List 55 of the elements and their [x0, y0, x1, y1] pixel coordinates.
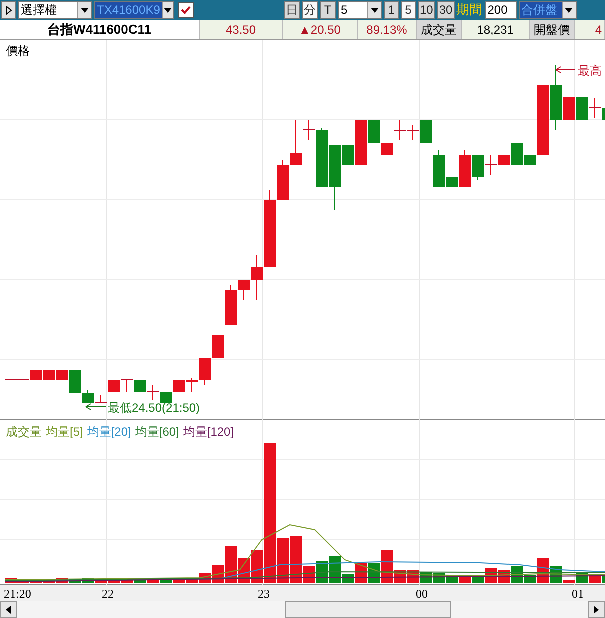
- scrollbar-thumb[interactable]: [285, 601, 451, 618]
- candlestick: [173, 380, 185, 392]
- interval-select[interactable]: 5: [338, 1, 382, 19]
- leader-arrow: [86, 404, 106, 410]
- caret-icon: [80, 8, 88, 12]
- candlestick: [160, 392, 172, 404]
- legend-item: 均量[120]: [183, 424, 234, 441]
- toolbar-button[interactable]: 1: [384, 1, 399, 19]
- play-icon: [6, 6, 12, 14]
- checkbox[interactable]: [178, 2, 194, 18]
- toolbar-button[interactable]: 5: [401, 1, 416, 19]
- scroll-left-button[interactable]: [0, 601, 17, 618]
- scroll-right-button[interactable]: [588, 601, 605, 618]
- market-select[interactable]: 選擇權: [18, 1, 92, 19]
- candlestick: [134, 380, 146, 392]
- legend-item: 均量[20]: [87, 424, 132, 441]
- legend-item: 成交量: [6, 424, 42, 441]
- price-value: 4: [575, 20, 605, 39]
- legend-item: 均量[60]: [135, 424, 180, 441]
- toolbar-button[interactable]: 10: [418, 1, 436, 19]
- toolbar-button[interactable]: 分: [302, 1, 318, 19]
- field-label: 開盤價: [530, 20, 575, 39]
- toolbar-button[interactable]: 30: [437, 1, 455, 19]
- candlestick: [120, 380, 134, 392]
- candlestick: [43, 370, 55, 380]
- left-arrow-icon: [6, 606, 11, 614]
- candlestick: [108, 380, 120, 392]
- range-input[interactable]: 200: [484, 1, 517, 19]
- caret-icon: [370, 8, 378, 12]
- time-label: 00: [416, 586, 428, 603]
- candlestick: [212, 334, 224, 358]
- candlestick: [576, 96, 588, 120]
- time-label: 22: [102, 586, 114, 603]
- time-label: 23: [258, 586, 270, 603]
- checkmark-icon: [181, 6, 191, 14]
- price-value: ▲20.50: [283, 20, 358, 39]
- caret-icon: [565, 8, 574, 12]
- candlestick: [146, 384, 160, 400]
- right-arrow-icon: [594, 606, 599, 614]
- play-button[interactable]: [1, 1, 16, 19]
- leader-arrow: [556, 66, 576, 74]
- toolbar-button[interactable]: 日: [284, 1, 300, 19]
- legend-item: 均量[5]: [46, 424, 84, 441]
- caret-icon: [164, 8, 172, 12]
- high-price-annotation: 最高: [578, 63, 602, 80]
- contract-name: 台指W411600C11: [0, 20, 200, 39]
- range-label: 期間: [456, 1, 483, 20]
- chart-title: 價格: [6, 43, 30, 60]
- candlestick: [394, 120, 406, 140]
- field-label: 成交量: [417, 20, 462, 39]
- time-label: 01: [572, 586, 584, 603]
- low-price-annotation: 最低24.50(21:50): [108, 400, 200, 417]
- price-value: 43.50: [200, 20, 283, 39]
- toolbar-button[interactable]: T: [320, 1, 336, 19]
- time-label: 21:20: [4, 586, 32, 603]
